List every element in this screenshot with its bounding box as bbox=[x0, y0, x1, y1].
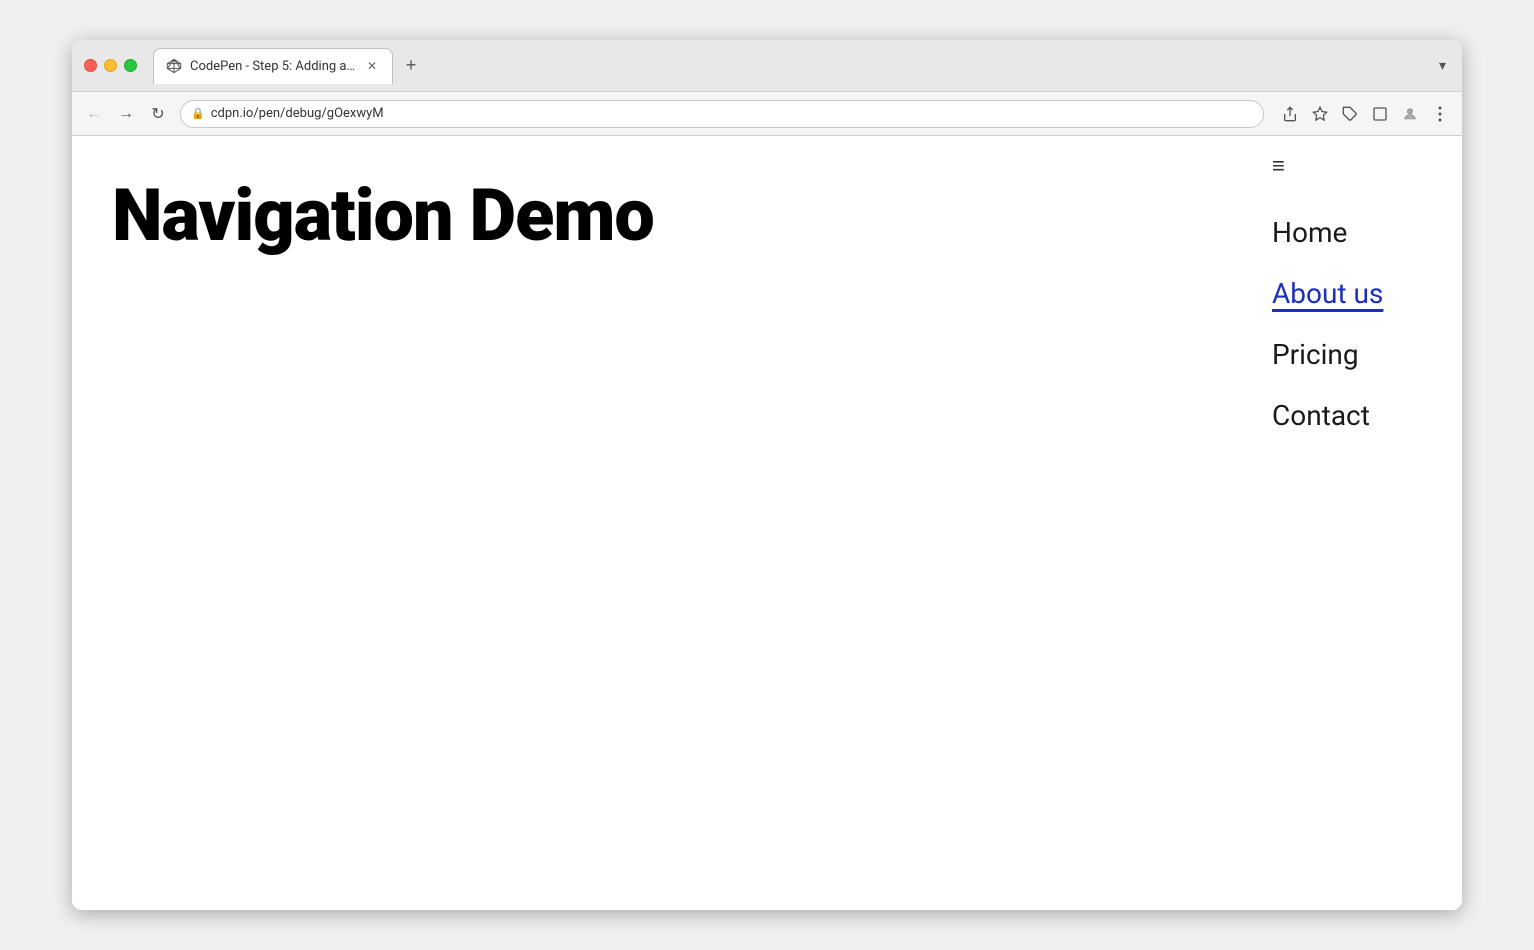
profile-button[interactable] bbox=[1396, 100, 1424, 128]
extensions-button[interactable] bbox=[1336, 100, 1364, 128]
tab-close-button[interactable]: ✕ bbox=[364, 58, 380, 74]
nav-bar: ← → ↻ 🔒 cdpn.io/pen/debug/gOexwyM bbox=[72, 92, 1462, 136]
active-tab[interactable]: CodePen - Step 5: Adding a bu ✕ bbox=[153, 48, 393, 84]
forward-button[interactable]: → bbox=[112, 100, 140, 128]
reload-button[interactable]: ↻ bbox=[144, 100, 172, 128]
codepen-tab-icon bbox=[166, 58, 182, 74]
nav-actions bbox=[1276, 100, 1454, 128]
tab-dropdown-button[interactable]: ▾ bbox=[1435, 54, 1450, 78]
tab-bar-end: ▾ bbox=[1435, 54, 1450, 78]
reader-button[interactable] bbox=[1366, 100, 1394, 128]
share-button[interactable] bbox=[1276, 100, 1304, 128]
url-text: cdpn.io/pen/debug/gOexwyM bbox=[211, 106, 1253, 121]
nav-item-about[interactable]: About us bbox=[1272, 263, 1432, 324]
nav-menu-items: Home About us Pricing Contact bbox=[1272, 202, 1432, 446]
nav-item-pricing[interactable]: Pricing bbox=[1272, 324, 1432, 385]
page-content: Navigation Demo ≡ Home About us Pricing … bbox=[72, 136, 1462, 910]
hamburger-icon[interactable]: ≡ bbox=[1272, 156, 1432, 178]
browser-window: CodePen - Step 5: Adding a bu ✕ + ▾ ← → … bbox=[72, 40, 1462, 910]
nav-item-contact[interactable]: Contact bbox=[1272, 385, 1432, 446]
maximize-button[interactable] bbox=[124, 59, 137, 72]
back-button[interactable]: ← bbox=[80, 100, 108, 128]
title-bar: CodePen - Step 5: Adding a bu ✕ + ▾ bbox=[72, 40, 1462, 92]
tab-title: CodePen - Step 5: Adding a bu bbox=[190, 59, 356, 74]
new-tab-button[interactable]: + bbox=[397, 52, 425, 80]
bookmark-button[interactable] bbox=[1306, 100, 1334, 128]
page-heading: Navigation Demo bbox=[112, 176, 654, 255]
lock-icon: 🔒 bbox=[191, 107, 205, 120]
side-nav-menu: ≡ Home About us Pricing Contact bbox=[1242, 136, 1462, 910]
close-button[interactable] bbox=[84, 59, 97, 72]
address-bar[interactable]: 🔒 cdpn.io/pen/debug/gOexwyM bbox=[180, 100, 1264, 128]
traffic-lights bbox=[84, 59, 137, 72]
minimize-button[interactable] bbox=[104, 59, 117, 72]
main-content: Navigation Demo bbox=[72, 136, 1242, 910]
tab-bar: CodePen - Step 5: Adding a bu ✕ + ▾ bbox=[153, 48, 1450, 84]
nav-item-home[interactable]: Home bbox=[1272, 202, 1432, 263]
more-button[interactable] bbox=[1426, 100, 1454, 128]
